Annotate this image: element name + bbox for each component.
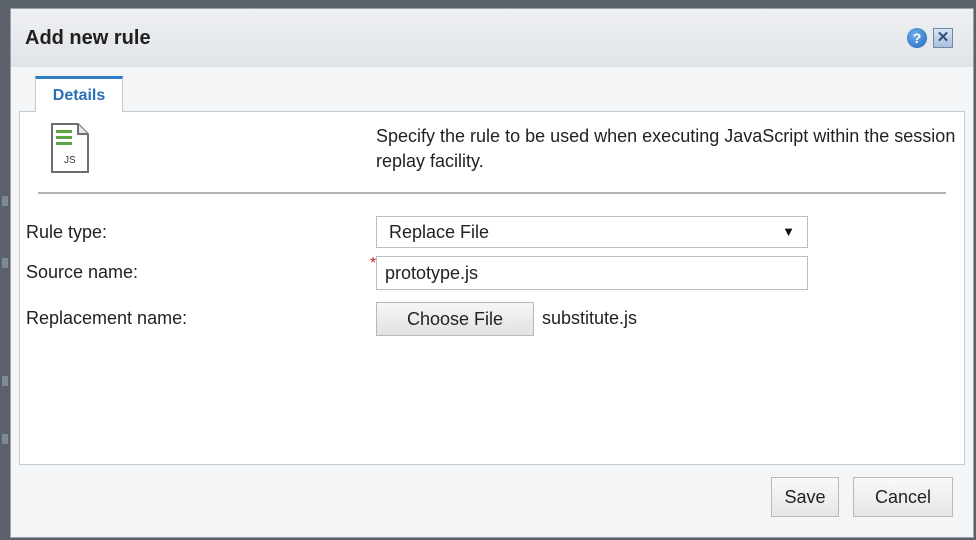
file-icon-label: JS [64, 155, 76, 166]
source-name-input[interactable] [376, 256, 808, 290]
background-edge-mark [2, 376, 8, 386]
choose-file-button[interactable]: Choose File [376, 302, 534, 336]
background-edge-mark [2, 196, 8, 206]
add-rule-dialog: Add new rule ? ✕ Details JS Specify the … [10, 8, 974, 538]
details-panel: JS Specify the rule to be used when exec… [19, 111, 965, 465]
selected-file-name: substitute.js [542, 308, 638, 328]
section-divider [38, 192, 946, 194]
dialog-titlebar: Add new rule ? ✕ [11, 9, 973, 68]
save-button[interactable]: Save [771, 477, 839, 517]
background-edge-mark [2, 434, 8, 444]
cancel-button[interactable]: Cancel [853, 477, 953, 517]
rule-type-value: Replace File [389, 222, 490, 242]
tab-details[interactable]: Details [35, 76, 123, 112]
rule-description: Specify the rule to be used when executi… [376, 126, 956, 171]
help-icon[interactable]: ? [907, 28, 927, 48]
background-edge-mark [2, 258, 8, 268]
source-name-label: Source name: [26, 262, 139, 282]
close-icon[interactable]: ✕ [933, 28, 953, 48]
rule-type-select[interactable]: Replace File ▼ [376, 216, 808, 248]
javascript-file-icon: JS [51, 123, 89, 173]
rule-type-label: Rule type: [26, 222, 108, 242]
chevron-down-icon: ▼ [782, 224, 795, 239]
replacement-name-label: Replacement name: [26, 308, 188, 328]
dialog-title: Add new rule [25, 27, 151, 49]
